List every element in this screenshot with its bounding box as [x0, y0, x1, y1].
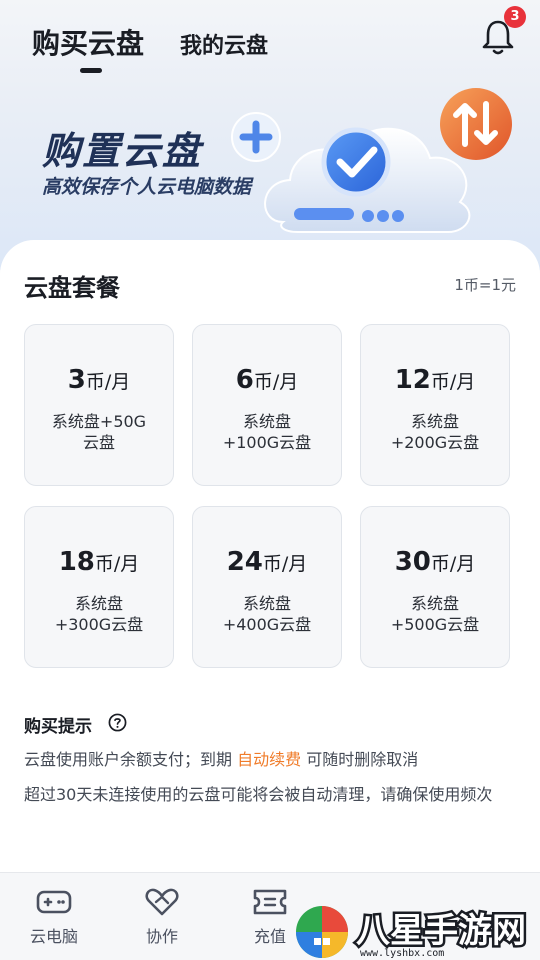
cloud-disk-illustration — [231, 88, 512, 233]
tab-buy-cloud-disk[interactable]: 购买云盘 — [32, 22, 144, 62]
tip-cleanup-line: 超过30天未连接使用的云盘可能将会被自动清理，请确保使用频次 — [24, 785, 493, 804]
plan-amount: 3 — [67, 365, 86, 395]
plan-description: 系统盘 +400G云盘 — [199, 593, 335, 635]
tab-my-cloud-disk[interactable]: 我的云盘 — [180, 28, 268, 60]
watermark-text: 八星手游网 — [356, 911, 526, 951]
watermark-url: www.lyshbx.com — [360, 948, 444, 959]
plan-desc-line: +400G云盘 — [222, 615, 312, 634]
plan-card[interactable]: 3币/月 系统盘+50G 云盘 — [24, 324, 174, 486]
plan-unit: 币/月 — [94, 553, 140, 575]
nav-item-collaboration[interactable]: 协作 — [122, 887, 202, 947]
auto-renew-link[interactable]: 自动续费 — [237, 750, 301, 769]
plan-unit: 币/月 — [253, 371, 299, 393]
plan-desc-line: 系统盘 — [242, 412, 291, 431]
notification-badge: 3 — [504, 6, 526, 28]
purchase-tips-title: 购买提示 — [24, 717, 92, 737]
plan-unit: 币/月 — [262, 553, 308, 575]
help-icon[interactable] — [108, 713, 127, 732]
active-tab-indicator — [80, 68, 102, 73]
tip-text: 可随时删除取消 — [301, 750, 419, 769]
site-watermark-logo: 八星手游网 www.lyshbx.com — [296, 906, 529, 959]
banner-subtitle: 高效保存个人云电脑数据 — [42, 176, 252, 198]
plan-desc-line: +300G云盘 — [54, 615, 144, 634]
tip-payment-line: 云盘使用账户余额支付；到期 自动续费 可随时删除取消 — [24, 746, 418, 770]
plan-price: 3币/月 — [25, 365, 173, 395]
plan-description: 系统盘+50G 云盘 — [31, 411, 167, 453]
plan-card[interactable]: 6币/月 系统盘 +100G云盘 — [192, 324, 342, 486]
plan-unit: 币/月 — [85, 371, 131, 393]
plan-price: 12币/月 — [361, 365, 509, 395]
plan-price: 6币/月 — [193, 365, 341, 395]
plan-amount: 12 — [394, 365, 431, 395]
handshake-heart-icon — [145, 888, 179, 916]
gamepad-icon — [36, 890, 72, 914]
banner-title: 购置云盘 — [42, 129, 203, 173]
plans-section-title: 云盘套餐 — [24, 274, 120, 302]
plan-price: 18币/月 — [25, 547, 173, 577]
plan-unit: 币/月 — [430, 553, 476, 575]
plan-desc-line: 系统盘+50G — [51, 412, 147, 431]
plan-desc-line: +100G云盘 — [222, 433, 312, 452]
plan-desc-line: +500G云盘 — [390, 615, 480, 634]
content-sheet: 云盘套餐 1币=1元 3币/月 系统盘+50G 云盘 6币/月 系统盘 +100G云… — [0, 240, 540, 872]
plan-card[interactable]: 24币/月 系统盘 +400G云盘 — [192, 506, 342, 668]
plan-desc-line: 系统盘 — [410, 412, 459, 431]
nav-label: 云电脑 — [29, 927, 78, 946]
plan-description: 系统盘 +200G云盘 — [367, 411, 503, 453]
plan-price: 30币/月 — [361, 547, 509, 577]
plan-amount: 18 — [58, 547, 95, 577]
plan-card[interactable]: 18币/月 系统盘 +300G云盘 — [24, 506, 174, 668]
plan-card[interactable]: 12币/月 系统盘 +200G云盘 — [360, 324, 510, 486]
exchange-rate-text: 1币=1元 — [454, 276, 516, 294]
plan-description: 系统盘 +100G云盘 — [199, 411, 335, 453]
plan-amount: 24 — [226, 547, 263, 577]
plan-desc-line: 系统盘 — [242, 594, 291, 613]
plan-unit: 币/月 — [430, 371, 476, 393]
plan-desc-line: +200G云盘 — [390, 433, 480, 452]
nav-label: 协作 — [145, 927, 178, 946]
plan-desc-line: 系统盘 — [410, 594, 459, 613]
plan-desc-line: 云盘 — [82, 433, 115, 452]
plan-amount: 6 — [235, 365, 254, 395]
ticket-icon — [253, 889, 287, 915]
plan-card[interactable]: 30币/月 系统盘 +500G云盘 — [360, 506, 510, 668]
nav-item-cloud-pc[interactable]: 云电脑 — [14, 887, 94, 947]
plan-price: 24币/月 — [193, 547, 341, 577]
plan-description: 系统盘 +500G云盘 — [367, 593, 503, 635]
plan-description: 系统盘 +300G云盘 — [31, 593, 167, 635]
top-bar: 购买云盘 我的云盘 3 — [0, 0, 540, 90]
plan-amount: 30 — [394, 547, 431, 577]
tip-text: 云盘使用账户余额支付；到期 — [24, 750, 238, 769]
plan-desc-line: 系统盘 — [74, 594, 123, 613]
